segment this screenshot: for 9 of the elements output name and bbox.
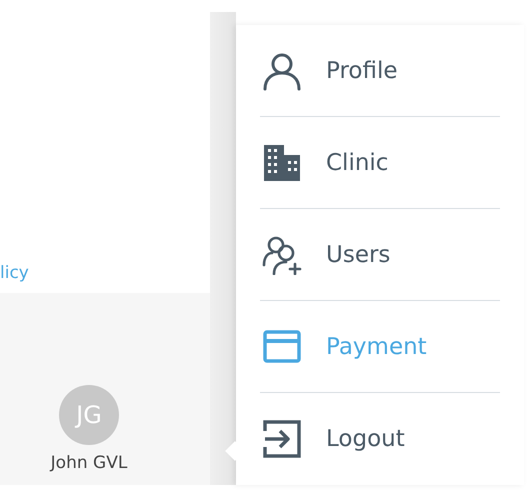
add-user-icon [262, 234, 302, 274]
menu-item[interactable]: Logout [260, 393, 500, 484]
menu-item[interactable]: Profile [260, 25, 500, 116]
menu-item[interactable]: Clinic [260, 117, 500, 208]
person-icon [262, 50, 302, 90]
menu-item[interactable]: Users [260, 209, 500, 300]
user-name: John GVL [50, 453, 128, 473]
logout-icon [262, 418, 302, 458]
building-icon [262, 142, 302, 182]
